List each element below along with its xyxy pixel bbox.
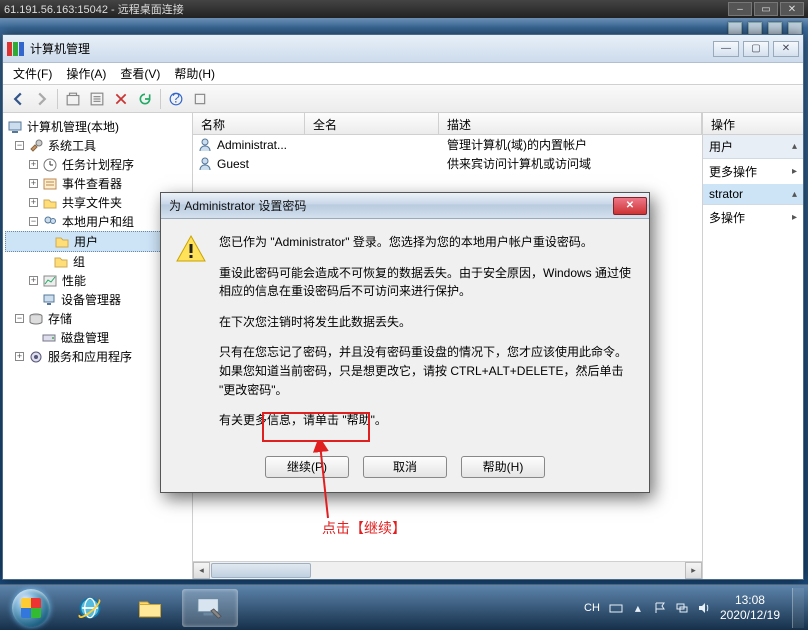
actions-item-more[interactable]: 多操作 [703, 205, 803, 230]
share-icon [42, 195, 58, 211]
tree-system-tools[interactable]: − 系统工具 [5, 136, 190, 155]
ime-indicator[interactable]: CH [584, 602, 600, 614]
help-button[interactable]: ? [165, 88, 187, 110]
tray-volume-icon[interactable] [696, 600, 712, 616]
scroll-left-button[interactable]: ◂ [193, 562, 210, 579]
dialog-buttons: 继续(P) 取消 帮助(H) [161, 452, 649, 492]
scroll-right-button[interactable]: ▸ [685, 562, 702, 579]
horizontal-scrollbar[interactable]: ◂ ▸ [193, 561, 702, 579]
actions-item-more[interactable]: 更多操作 [703, 159, 803, 184]
dialog-titlebar[interactable]: 为 Administrator 设置密码 ✕ [161, 193, 649, 219]
disk-icon [41, 330, 57, 346]
event-icon [42, 176, 58, 192]
mmc-title-text: 计算机管理 [30, 40, 90, 57]
dialog-close-button[interactable]: ✕ [613, 197, 647, 215]
actions-section-header[interactable]: strator [703, 184, 803, 205]
tray-network-icon[interactable] [674, 600, 690, 616]
storage-icon [28, 311, 44, 327]
col-name[interactable]: 名称 [193, 113, 305, 134]
taskbar-explorer-button[interactable] [122, 589, 178, 627]
tree-root[interactable]: 计算机管理(本地) [5, 117, 190, 136]
rdp-maximize-button[interactable]: ▭ [754, 2, 778, 16]
mmc-titlebar[interactable]: 计算机管理 — ▢ ✕ [3, 35, 803, 63]
tray-up-icon[interactable]: ▴ [630, 600, 646, 616]
svg-text:?: ? [172, 92, 180, 106]
mmc-minimize-button[interactable]: — [713, 41, 739, 57]
cancel-button[interactable]: 取消 [363, 456, 447, 478]
col-description[interactable]: 描述 [439, 113, 702, 134]
user-icon [197, 156, 213, 172]
computer-icon [7, 119, 23, 135]
folder-icon [54, 234, 70, 250]
up-button[interactable] [62, 88, 84, 110]
annotation-text: 点击【继续】 [322, 518, 406, 538]
user-icon [197, 137, 213, 153]
tray-flag-icon[interactable] [652, 600, 668, 616]
taskbar: CH ▴ 13:08 2020/12/19 [0, 584, 808, 630]
mmc-toolbar: ? [3, 85, 803, 113]
mmc-app-icon [7, 42, 24, 56]
tools-icon [28, 138, 44, 154]
rdp-close-button[interactable]: ✕ [780, 2, 804, 16]
taskbar-clock[interactable]: 13:08 2020/12/19 [720, 593, 780, 623]
show-desktop-button[interactable] [792, 588, 804, 628]
perf-icon [42, 273, 58, 289]
refresh-button[interactable] [134, 88, 156, 110]
delete-button[interactable] [110, 88, 132, 110]
actions-section-header[interactable]: 用户 [703, 135, 803, 159]
start-button[interactable] [4, 588, 58, 628]
help-button[interactable]: 帮助(H) [461, 456, 545, 478]
folder-icon [53, 254, 69, 270]
remote-desktop: 计算机管理 — ▢ ✕ 文件(F) 操作(A) 查看(V) 帮助(H) ? [0, 18, 808, 584]
annotation-highlight-box [262, 412, 370, 442]
properties-button[interactable] [86, 88, 108, 110]
users-icon [42, 214, 58, 230]
rdp-title: 61.191.56.163:15042 - 远程桌面连接 [4, 1, 184, 17]
scroll-thumb[interactable] [211, 563, 311, 578]
user-row[interactable]: Guest 供来宾访问计算机或访问域 [193, 154, 702, 173]
col-fullname[interactable]: 全名 [305, 113, 439, 134]
menu-file[interactable]: 文件(F) [7, 63, 58, 84]
actions-header: 操作 [703, 113, 803, 135]
clock-icon [42, 157, 58, 173]
dialog-title: 为 Administrator 设置密码 [169, 197, 306, 214]
taskbar-mmc-button[interactable] [182, 589, 238, 627]
menu-view[interactable]: 查看(V) [114, 63, 166, 84]
nav-forward-button[interactable] [31, 88, 53, 110]
tree-event-viewer[interactable]: + 事件查看器 [5, 174, 190, 193]
export-button[interactable] [189, 88, 211, 110]
nav-back-button[interactable] [7, 88, 29, 110]
user-row[interactable]: Administrat... 管理计算机(域)的内置帐户 [193, 135, 702, 154]
rdp-minimize-button[interactable]: – [728, 2, 752, 16]
mmc-maximize-button[interactable]: ▢ [743, 41, 769, 57]
system-tray: CH ▴ 13:08 2020/12/19 [584, 588, 804, 628]
mmc-close-button[interactable]: ✕ [773, 41, 799, 57]
device-icon [41, 292, 57, 308]
rdp-window-controls: – ▭ ✕ [728, 2, 804, 16]
rdp-titlebar: 61.191.56.163:15042 - 远程桌面连接 – ▭ ✕ [0, 0, 808, 18]
taskbar-ie-button[interactable] [62, 589, 118, 627]
dialog-text: 您已作为 "Administrator" 登录。您选择为您的本地用户帐户重设密码… [219, 233, 635, 442]
menu-help[interactable]: 帮助(H) [168, 63, 221, 84]
mmc-menubar: 文件(F) 操作(A) 查看(V) 帮助(H) [3, 63, 803, 85]
actions-pane: 操作 用户 更多操作 strator 多操作 [703, 113, 803, 579]
tray-keyboard-icon[interactable] [608, 600, 624, 616]
services-icon [28, 349, 44, 365]
warning-icon [175, 233, 207, 265]
set-password-dialog: 为 Administrator 设置密码 ✕ 您已作为 "Administrat… [160, 192, 650, 493]
list-header[interactable]: 名称 全名 描述 [193, 113, 702, 135]
continue-button[interactable]: 继续(P) [265, 456, 349, 478]
tree-task-scheduler[interactable]: + 任务计划程序 [5, 155, 190, 174]
menu-action[interactable]: 操作(A) [60, 63, 112, 84]
